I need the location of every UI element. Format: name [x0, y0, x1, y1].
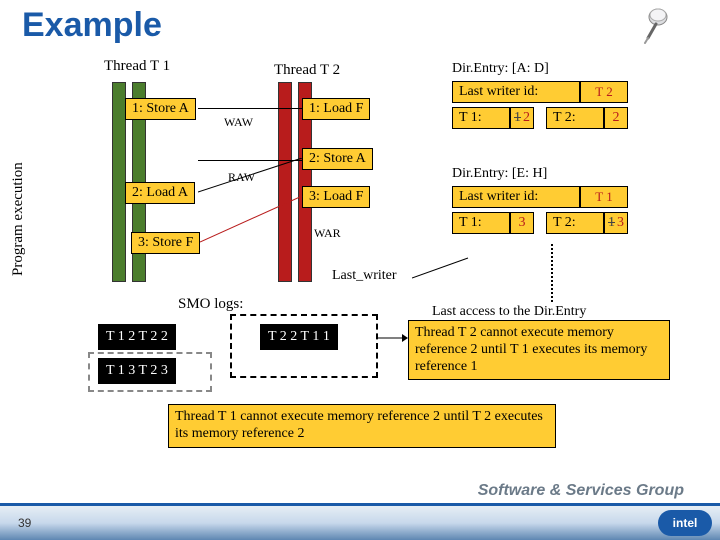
hazard-waw: WAW: [224, 115, 253, 130]
dir-e-t2-val: 13: [604, 212, 628, 234]
smo-box-1: T 1 2 T 2 2: [98, 324, 176, 350]
thread-t1-label: Thread T 1: [104, 58, 170, 75]
dir-e-last-writer-val: T 1: [580, 186, 628, 208]
msg-t1-cannot: Thread T 1 cannot execute memory referen…: [168, 404, 556, 448]
smo-dashed-box-2: [88, 352, 212, 392]
dir-e-header: Dir.Entry: [E: H]: [452, 166, 678, 182]
instr-t2-3: 3: Load F: [302, 186, 370, 208]
hazard-war: WAR: [314, 226, 341, 241]
footer-bar: [0, 506, 720, 540]
war-line: [200, 196, 306, 246]
dir-a-t2-val: 2: [604, 107, 628, 129]
program-execution-axis-label: Program execution: [10, 162, 27, 276]
last-access-note: Last access to the Dir.Entry: [432, 304, 586, 320]
last-writer-label: Last_writer: [332, 268, 397, 284]
intel-logo-icon: intel: [658, 510, 712, 536]
last-writer-arrow: [412, 256, 476, 284]
slide-title: Example: [22, 6, 162, 45]
dir-a-header: Dir.Entry: [A: D]: [452, 61, 678, 77]
instr-t2-1: 1: Load F: [302, 98, 370, 120]
dir-a-t1-val: 12: [510, 107, 534, 129]
dir-e-t1-label: T 1:: [452, 212, 510, 234]
instr-t2-2: 2: Store A: [302, 148, 373, 170]
dir-e-t2-label: T 2:: [546, 212, 604, 234]
hazard-raw: RAW: [228, 170, 255, 185]
dir-e-last-writer-label: Last writer id:: [452, 186, 580, 208]
smo-dashed-box: [230, 314, 378, 378]
dir-a-last-writer-val: T 2: [580, 81, 628, 103]
smo-logs-label: SMO logs:: [178, 296, 243, 313]
dir-e-t1-val: 3: [510, 212, 534, 234]
instr-t1-2: 2: Load A: [125, 182, 195, 204]
last-access-dotted-line: [551, 244, 553, 302]
arrow-icon: [378, 332, 408, 344]
dir-a-t1-label: T 1:: [452, 107, 510, 129]
thread-t2-label: Thread T 2: [274, 62, 340, 79]
dir-a-last-writer-label: Last writer id:: [452, 81, 580, 103]
footer-group-text: Software & Services Group: [478, 482, 684, 500]
page-number: 39: [18, 516, 31, 530]
pushpin-icon: [636, 4, 676, 44]
dir-a-t2-label: T 2:: [546, 107, 604, 129]
dir-entry-eh: Dir.Entry: [E: H] Last writer id: T 1 T …: [452, 166, 678, 238]
dir-entry-ad: Dir.Entry: [A: D] Last writer id: T 2 T …: [452, 61, 678, 133]
msg-t2-cannot: Thread T 2 cannot execute memory referen…: [408, 320, 670, 380]
instr-t1-3: 3: Store F: [131, 232, 200, 254]
thread-t1-bar: [112, 82, 126, 282]
instr-t1-1: 1: Store A: [125, 98, 196, 120]
